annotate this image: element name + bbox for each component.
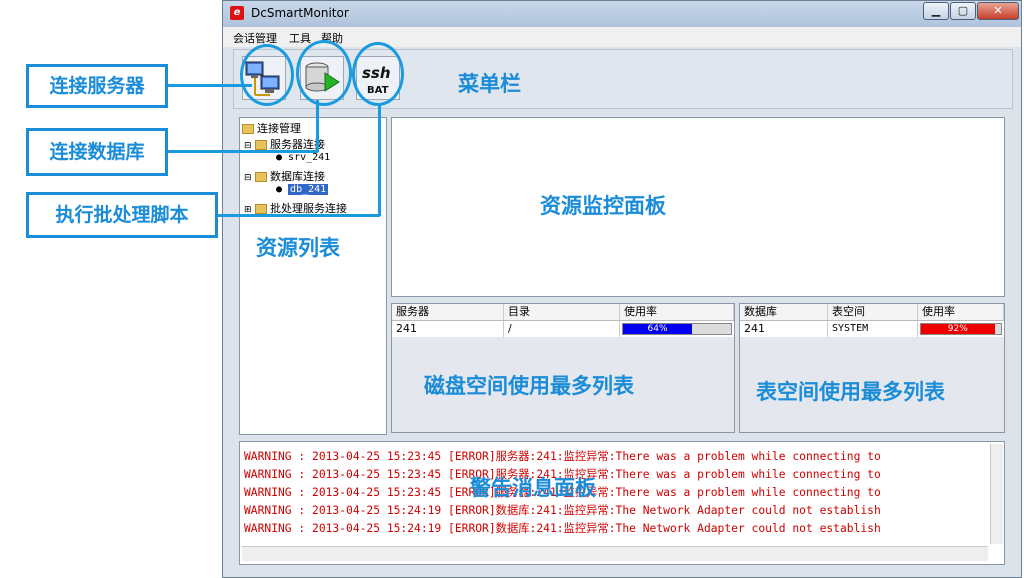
close-button[interactable]: ✕ (977, 2, 1019, 20)
col-usage[interactable]: 使用率 (620, 304, 734, 320)
table-row[interactable]: 241 SYSTEM 92% (740, 321, 1004, 337)
disk-table-header: 服务器 目录 使用率 (392, 304, 734, 321)
cell-server: 241 (392, 321, 504, 337)
folder-icon (255, 204, 268, 214)
log-line: WARNING : 2013-04-25 15:23:45 [ERROR]服务器… (244, 450, 881, 463)
connector-line (316, 100, 319, 152)
connector-line (168, 84, 252, 87)
label-ts-top: 表空间使用最多列表 (756, 380, 945, 404)
app-logo-icon: e (230, 6, 244, 20)
connector-line (378, 104, 381, 216)
disk-usage-table: 服务器 目录 使用率 241 / 64% (391, 303, 735, 433)
col-dir[interactable]: 目录 (504, 304, 620, 320)
vertical-scrollbar[interactable] (990, 444, 1003, 544)
label-alert-panel: 警告消息面板 (470, 476, 596, 500)
alert-log: WARNING : 2013-04-25 15:23:45 [ERROR]服务器… (239, 441, 1005, 565)
folder-icon (255, 140, 268, 150)
log-line: WARNING : 2013-04-25 15:24:19 [ERROR]数据库… (244, 504, 881, 517)
col-ts-usage[interactable]: 使用率 (918, 304, 1004, 320)
tree-root[interactable]: 连接管理 (242, 120, 301, 136)
tablespace-usage-table: 数据库 表空间 使用率 241 SYSTEM 92% (739, 303, 1005, 433)
monitor-panel (391, 117, 1005, 297)
tree-db-group[interactable]: ⊟ 数据库连接 (244, 168, 325, 184)
col-db[interactable]: 数据库 (740, 304, 828, 320)
callout-connect-server: 连接服务器 (26, 64, 168, 108)
horizontal-scrollbar[interactable] (242, 546, 988, 561)
ts-usage-bar: 92% (920, 323, 1002, 335)
resource-tree: 连接管理 ⊟ 服务器连接 ● srv_241 ⊟ 数据库连接 ● db_241 … (239, 117, 387, 435)
disk-usage-fill: 64% (623, 324, 693, 334)
cell-dir: / (504, 321, 620, 337)
connector-line (218, 214, 380, 217)
log-line: WARNING : 2013-04-25 15:24:19 [ERROR]数据库… (244, 522, 881, 535)
window-title: DcSmartMonitor (251, 6, 349, 20)
label-monitor-panel: 资源监控面板 (540, 194, 666, 218)
connector-line (168, 150, 318, 153)
label-menu-bar: 菜单栏 (458, 72, 521, 96)
table-row[interactable]: 241 / 64% (392, 321, 734, 337)
highlight-ring-server (240, 44, 294, 106)
cell-db: 241 (740, 321, 828, 337)
callout-run-batch: 执行批处理脚本 (26, 192, 218, 238)
label-resource-list: 资源列表 (256, 236, 340, 260)
window-controls: ▁ ▢ ✕ (923, 2, 1019, 21)
col-tablespace[interactable]: 表空间 (828, 304, 918, 320)
ts-table-header: 数据库 表空间 使用率 (740, 304, 1004, 321)
disk-usage-bar: 64% (622, 323, 732, 335)
tree-db-item[interactable]: ● db_241 (276, 184, 329, 195)
title-bar[interactable]: e DcSmartMonitor ▁ ▢ ✕ (223, 1, 1021, 27)
callout-connect-db: 连接数据库 (26, 128, 168, 176)
folder-icon (242, 124, 254, 134)
ts-usage-fill: 92% (921, 324, 995, 334)
label-disk-top: 磁盘空间使用最多列表 (424, 374, 634, 398)
col-server[interactable]: 服务器 (392, 304, 504, 320)
folder-icon (255, 172, 268, 182)
maximize-button[interactable]: ▢ (950, 2, 976, 20)
highlight-ring-db (296, 40, 352, 106)
minimize-button[interactable]: ▁ (923, 2, 949, 20)
menu-tools[interactable]: 工具 (289, 30, 311, 46)
cell-tablespace: SYSTEM (828, 321, 918, 337)
menu-bar: 会话管理 工具 帮助 (223, 27, 1021, 47)
highlight-ring-batch (352, 42, 404, 106)
tree-server-item[interactable]: ● srv_241 (276, 152, 330, 163)
